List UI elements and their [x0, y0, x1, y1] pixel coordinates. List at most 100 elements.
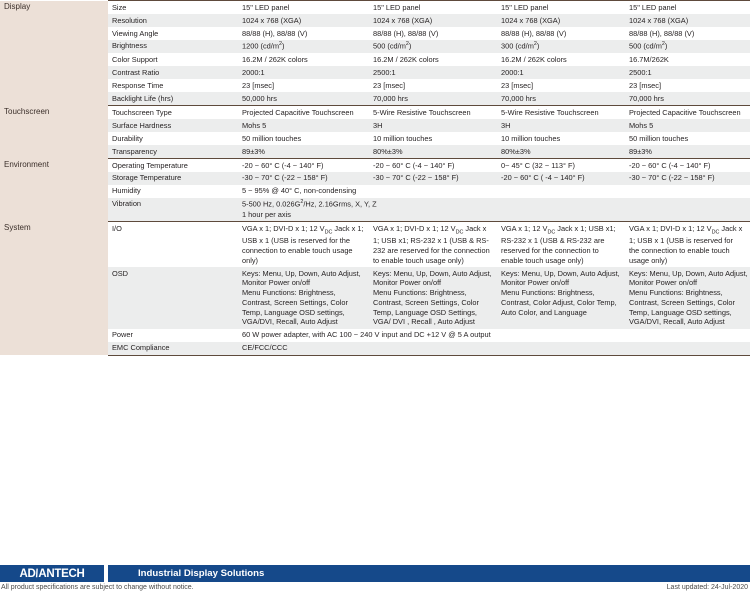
- footer-last-updated: Last updated: 24-Jul-2020: [666, 584, 748, 591]
- spec-parameter-label: Humidity: [108, 184, 238, 198]
- spec-value-cell: 1024 x 768 (XGA): [625, 13, 750, 27]
- spec-value-cell: Mohs 5: [238, 119, 369, 132]
- spec-parameter-label: Storage Temperature: [108, 171, 238, 185]
- spec-value-cell: Mohs 5: [625, 119, 750, 132]
- spec-parameter-label: Vibration: [108, 197, 238, 222]
- spec-parameter-label: Backlight Life (hrs): [108, 92, 238, 107]
- spec-value-cell: VGA x 1; DVI-D x 1; 12 VDC Jack x 1; USB…: [238, 220, 369, 268]
- spec-parameter-label: Size: [108, 0, 238, 14]
- spec-parameter-label: Power: [108, 328, 238, 342]
- spec-value-cell: 60 W power adapter, with AC 100 ~ 240 V …: [238, 328, 750, 342]
- spec-value-cell: Keys: Menu, Up, Down, Auto Adjust, Monit…: [497, 267, 625, 329]
- table-row: Response Time 23 [msec] 23 [msec] 23 [msec]…: [0, 79, 750, 93]
- spec-value-cell: 2000:1: [238, 66, 369, 80]
- spec-value-cell: 3H: [497, 119, 625, 132]
- spec-value-cell: 88/88 (H), 88/88 (V): [497, 26, 625, 40]
- spec-value-cell: 15" LED panel: [369, 0, 497, 14]
- spec-value-cell: 500 (cd/m2): [369, 39, 497, 54]
- spec-value-cell: 1024 x 768 (XGA): [238, 13, 369, 27]
- spec-value-cell: 16.7M/262K: [625, 53, 750, 67]
- spec-value-cell: -20 ~ 60° C (-4 ~ 140° F): [369, 157, 497, 172]
- footer-brand-bar: AD\ANTECH Industrial Display Solutions: [0, 565, 750, 582]
- spec-value-cell: 10 million touches: [497, 132, 625, 145]
- spec-sheet-page: Display Size 15" LED panel 15" LED panel 15"…: [0, 0, 750, 591]
- spec-value-cell: Keys: Menu, Up, Down, Auto Adjust, Monit…: [369, 267, 497, 329]
- spec-parameter-label: EMC Compliance: [108, 341, 238, 356]
- spec-value-cell: 5-Wire Resistive Touchscreen: [497, 105, 625, 120]
- table-row: Environment Operating Temperature -20 ~ 60…: [0, 157, 750, 222]
- table-row: Viewing Angle 88/88 (H), 88/88 (V) 88/88 (…: [0, 26, 750, 40]
- spec-value-cell: VGA x 1; DVI-D x 1; 12 VDC Jack x 1; USB…: [625, 220, 750, 268]
- spec-value-cell: VGA x 1; DVI-D x 1; 12 VDC Jack x 1; USB…: [369, 220, 497, 268]
- spec-parameter-label: Durability: [108, 132, 238, 145]
- specifications-table: Display Size 15" LED panel 15" LED panel 15"…: [0, 0, 750, 356]
- spec-value-cell: 16.2M / 262K colors: [369, 53, 497, 67]
- spec-value-cell: Projected Capacitive Touchscreen: [625, 105, 750, 120]
- spec-value-cell: CE/FCC/CCC: [238, 341, 750, 356]
- spec-value-cell: 50 million touches: [625, 132, 750, 145]
- spec-parameter-label: Operating Temperature: [108, 157, 238, 172]
- footer-disclaimer: All product specifications are subject t…: [1, 584, 194, 591]
- spec-parameter-label: OSD: [108, 267, 238, 329]
- table-row: Durability 50 million touches 10 million t…: [0, 132, 750, 145]
- spec-value-cell: -30 ~ 70° C (-22 ~ 158° F): [625, 171, 750, 185]
- spec-value-cell: 5-500 Hz, 0.026G2/Hz, 2.16Grms, X, Y, Z1…: [238, 197, 750, 222]
- spec-value-cell: 5-Wire Resistive Touchscreen: [369, 105, 497, 120]
- spec-parameter-label: Surface Hardness: [108, 119, 238, 132]
- table-row: Display Size 15" LED panel 15" LED panel 15"…: [0, 0, 750, 106]
- spec-value-cell: 16.2M / 262K colors: [497, 53, 625, 67]
- section-group-label: Display: [0, 0, 108, 106]
- spec-value-cell: 5 ~ 95% @ 40° C, non-condensing: [238, 184, 750, 198]
- spec-value-cell: Keys: Menu, Up, Down, Auto Adjust, Monit…: [625, 267, 750, 329]
- spec-value-cell: 88/88 (H), 88/88 (V): [369, 26, 497, 40]
- section-group-label: Environment: [0, 158, 108, 222]
- table-row: Backlight Life (hrs) 50,000 hrs 70,000 hrs…: [0, 92, 750, 107]
- spec-value-cell: VGA x 1; 12 VDC Jack x 1; USB x1; RS-232…: [497, 220, 625, 268]
- page-footer: AD\ANTECH Industrial Display Solutions A…: [0, 565, 750, 591]
- spec-value-cell: 23 [msec]: [625, 79, 750, 93]
- spec-value-cell: 88/88 (H), 88/88 (V): [238, 26, 369, 40]
- spec-value-cell: -20 ~ 60° C (-4 ~ 140° F): [238, 157, 369, 172]
- spec-value-cell: 80%±3%: [497, 144, 625, 159]
- spec-parameter-label: Resolution: [108, 13, 238, 27]
- spec-value-cell: 23 [msec]: [369, 79, 497, 93]
- spec-value-cell: -20 ~ 60° C ( -4 ~ 140° F): [497, 171, 625, 185]
- spec-value-cell: 70,000 hrs: [369, 92, 497, 107]
- spec-value-cell: 70,000 hrs: [625, 92, 750, 107]
- spec-value-cell: 89±3%: [238, 144, 369, 159]
- spec-value-cell: 23 [msec]: [238, 79, 369, 93]
- spec-value-cell: 88/88 (H), 88/88 (V): [625, 26, 750, 40]
- table-row: Brightness 1200 (cd/m2) 500 (cd/m2) 300 (cd…: [0, 39, 750, 54]
- spec-value-cell: 2500:1: [369, 66, 497, 80]
- spec-value-cell: 1024 x 768 (XGA): [369, 13, 497, 27]
- spec-value-cell: 2500:1: [625, 66, 750, 80]
- section-group-label: System: [0, 221, 108, 356]
- table-row: Touchscreen Touchscreen Type Projected Cap…: [0, 105, 750, 159]
- spec-value-cell: 0~ 45° C (32 ~ 113° F): [497, 157, 625, 172]
- spec-parameter-label: Touchscreen Type: [108, 105, 238, 120]
- spec-value-cell: 1024 x 768 (XGA): [497, 13, 625, 27]
- spec-value-cell: 1200 (cd/m2): [238, 39, 369, 54]
- advantech-logo-text: AD\ANTECH: [19, 567, 85, 580]
- spec-value-cell: 300 (cd/m2): [497, 39, 625, 54]
- spec-value-cell: Projected Capacitive Touchscreen: [238, 105, 369, 120]
- section-group-label: Touchscreen: [0, 105, 108, 159]
- table-row: Storage Temperature -30 ~ 70° C (-22 ~ 15…: [0, 171, 750, 185]
- spec-value-cell: 15" LED panel: [497, 0, 625, 14]
- spec-value-cell: 3H: [369, 119, 497, 132]
- spec-parameter-label: Response Time: [108, 79, 238, 93]
- spec-value-cell: 80%±3%: [369, 144, 497, 159]
- spec-value-cell: -30 ~ 70° C (-22 ~ 158° F): [369, 171, 497, 185]
- table-row: System I/O VGA x 1; DVI-D x 1; 12 VDC Jack…: [0, 220, 750, 356]
- table-row: OSD Keys: Menu, Up, Down, Auto Adjust, Mo…: [0, 267, 750, 329]
- table-row: Resolution 1024 x 768 (XGA) 1024 x 768 (XG…: [0, 13, 750, 27]
- spec-value-cell: Keys: Menu, Up, Down, Auto Adjust, Monit…: [238, 267, 369, 329]
- spec-value-cell: 70,000 hrs: [497, 92, 625, 107]
- table-row: Power 60 W power adapter, with AC 100 ~ 2…: [0, 328, 750, 342]
- spec-value-cell: -30 ~ 70° C (-22 ~ 158° F): [238, 171, 369, 185]
- spec-value-cell: 15" LED panel: [625, 0, 750, 14]
- spec-parameter-label: I/O: [108, 220, 238, 268]
- table-row: Surface Hardness Mohs 5 3H 3H Mohs 5: [0, 119, 750, 132]
- footer-tagline-bar: Industrial Display Solutions: [108, 565, 750, 582]
- spec-parameter-label: Contrast Ratio: [108, 66, 238, 80]
